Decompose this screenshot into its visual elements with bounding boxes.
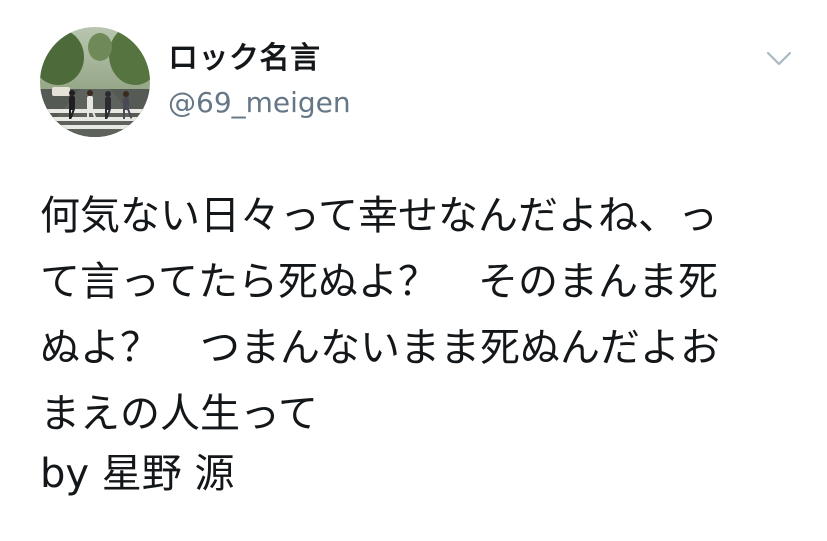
tweet-attribution: by 星野 源: [40, 451, 235, 497]
display-name[interactable]: ロック名言: [168, 41, 321, 77]
tweet-text: 何気ない日々って幸せなんだよね、っ て言ってたら死ぬよ？ そのまんま死 ぬよ？ …: [40, 183, 800, 447]
tweet-card: ロック名言 @69_meigen 何気ない日々って幸せなんだよね、っ て言ってた…: [0, 0, 827, 541]
chevron-down-icon[interactable]: [766, 50, 792, 68]
tweet-text-line: 何気ない日々って幸せなんだよね、っ: [40, 193, 718, 239]
tweet-text-line: まえの人生って: [40, 391, 318, 437]
tweet-text-line: て言ってたら死ぬよ？ そのまんま死: [40, 259, 718, 305]
user-handle[interactable]: @69_meigen: [168, 86, 351, 120]
tweet-text-line: ぬよ？ つまんないまま死ぬんだよお: [40, 325, 720, 371]
abbey-road-photo-icon: [40, 27, 150, 137]
avatar[interactable]: [40, 27, 150, 137]
